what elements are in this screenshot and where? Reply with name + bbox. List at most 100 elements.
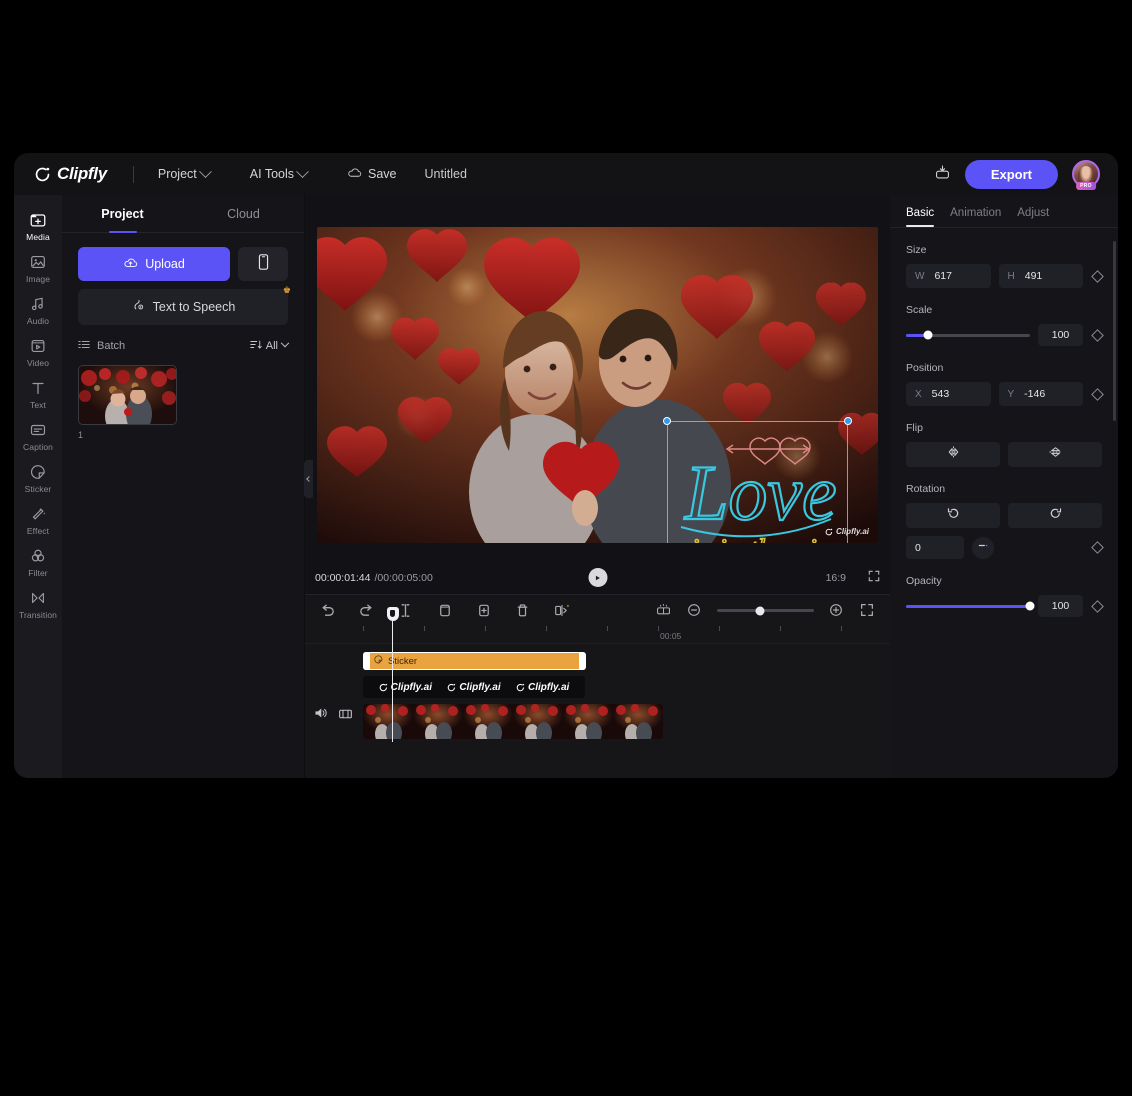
opacity-slider-knob[interactable]: [1026, 602, 1035, 611]
width-field[interactable]: W 617: [906, 264, 991, 288]
upload-button[interactable]: Upload: [78, 247, 230, 281]
play-button[interactable]: [588, 568, 607, 587]
sidebar-item-media[interactable]: Media: [14, 205, 62, 247]
sidebar-item-label: Media: [26, 232, 50, 242]
total-time: /00:00:05:00: [374, 572, 432, 584]
tab-project[interactable]: Project: [62, 195, 183, 232]
copy-icon[interactable]: [436, 602, 453, 619]
watermark-item: Clipfly.ai: [379, 682, 432, 693]
diamond-keyframe-icon[interactable]: [1091, 600, 1104, 613]
ruler-tick: [607, 626, 608, 631]
position-y-field[interactable]: Y -146: [999, 382, 1084, 406]
film-icon[interactable]: [338, 707, 353, 725]
clipfly-logo[interactable]: Clipfly: [34, 164, 107, 184]
mirror-pro-icon[interactable]: [553, 602, 570, 619]
playhead[interactable]: [392, 618, 393, 742]
fullscreen-icon[interactable]: [868, 570, 880, 585]
scale-slider[interactable]: [906, 334, 1030, 337]
sidebar-item-label: Video: [27, 358, 49, 368]
sidebar-item-video[interactable]: Video: [14, 331, 62, 373]
sidebar-item-transition[interactable]: Transition: [14, 583, 62, 625]
sort-filter-dropdown[interactable]: All: [250, 339, 288, 353]
export-button[interactable]: Export: [965, 160, 1058, 189]
sidebar-item-sticker[interactable]: Sticker: [14, 457, 62, 499]
menu-project[interactable]: Project: [152, 162, 216, 186]
sidebar-item-label: Audio: [27, 316, 49, 326]
delete-icon[interactable]: [514, 602, 531, 619]
scale-slider-knob[interactable]: [924, 331, 933, 340]
aspect-ratio-button[interactable]: 16:9: [826, 572, 846, 584]
sidebar-item-text[interactable]: Text: [14, 373, 62, 415]
width-key: W: [915, 271, 924, 282]
ruler-tick: [658, 626, 659, 631]
watermark-clip[interactable]: Clipfly.ai Clipfly.ai Clipfly.ai: [363, 676, 585, 698]
diamond-keyframe-icon[interactable]: [1091, 388, 1104, 401]
sidebar-item-label: Image: [26, 274, 50, 284]
player-controls: 00:00:01:44 /00:00:05:00 16:9: [305, 561, 890, 594]
record-from-phone-button[interactable]: [238, 247, 288, 281]
resize-handle-top-right[interactable]: [844, 417, 852, 425]
zoom-in-icon[interactable]: [828, 602, 845, 619]
sidebar-item-image[interactable]: Image: [14, 247, 62, 289]
opacity-value-field[interactable]: 100: [1038, 595, 1083, 617]
video-canvas[interactable]: Love is in the air: [317, 227, 878, 543]
volume-icon[interactable]: [313, 706, 328, 725]
rotation-value-field[interactable]: 0: [906, 536, 964, 559]
trim-handle-left[interactable]: [363, 652, 370, 670]
zoom-slider[interactable]: [717, 609, 814, 612]
opacity-slider[interactable]: [906, 605, 1030, 608]
trim-handle-right[interactable]: [579, 652, 586, 670]
media-thumbnail[interactable]: [78, 365, 177, 425]
collapse-panel-button[interactable]: [304, 460, 313, 498]
angle-dial-button[interactable]: [972, 537, 994, 559]
tab-cloud[interactable]: Cloud: [183, 195, 304, 232]
avatar[interactable]: PRO: [1072, 160, 1100, 188]
center-area: Love is in the air: [305, 195, 890, 778]
sidebar-item-effect[interactable]: Effect: [14, 499, 62, 541]
fit-timeline-icon[interactable]: [859, 602, 876, 619]
flip-vertical-button[interactable]: [1008, 442, 1102, 467]
auto-fit-icon[interactable]: [655, 602, 672, 619]
batch-button[interactable]: Batch: [78, 339, 125, 353]
tab-basic[interactable]: Basic: [906, 207, 934, 227]
text-to-speech-button[interactable]: ♚ Text to Speech: [78, 289, 288, 325]
preview-watermark: Clipfly.ai: [825, 527, 869, 536]
sidebar-item-caption[interactable]: Caption: [14, 415, 62, 457]
watermark-label: Clipfly.ai: [459, 682, 500, 693]
scale-value-field[interactable]: 100: [1038, 324, 1083, 346]
save-button[interactable]: Save: [341, 162, 403, 186]
resize-handle-top-left[interactable]: [663, 417, 671, 425]
sticker-clip[interactable]: Sticker: [363, 652, 585, 670]
sort-icon: [250, 339, 262, 353]
tab-adjust[interactable]: Adjust: [1017, 207, 1049, 227]
download-app-icon[interactable]: [934, 164, 951, 185]
diamond-keyframe-icon[interactable]: [1091, 541, 1104, 554]
video-clip[interactable]: [363, 704, 663, 739]
menu-ai-tools[interactable]: AI Tools: [244, 162, 313, 186]
position-row: X 543 Y -146: [906, 382, 1102, 406]
split-icon[interactable]: [397, 602, 414, 619]
diamond-keyframe-icon[interactable]: [1091, 329, 1104, 342]
zoom-slider-knob[interactable]: [755, 606, 764, 615]
position-x-field[interactable]: X 543: [906, 382, 991, 406]
sticker-selection-box[interactable]: [667, 421, 848, 543]
flip-horizontal-button[interactable]: [906, 442, 1000, 467]
tab-animation[interactable]: Animation: [950, 207, 1001, 227]
playhead-handle[interactable]: [387, 607, 399, 621]
sidebar-item-audio[interactable]: Audio: [14, 289, 62, 331]
duplicate-icon[interactable]: [475, 602, 492, 619]
crown-icon: ♚: [283, 285, 291, 296]
project-title[interactable]: Untitled: [425, 167, 467, 181]
undo-icon[interactable]: [319, 602, 336, 619]
inspector-tabs: Basic Animation Adjust: [906, 195, 1102, 227]
height-field[interactable]: H 491: [999, 264, 1084, 288]
watermark-item: Clipfly.ai: [447, 682, 500, 693]
rotate-right-button[interactable]: [1008, 503, 1102, 528]
zoom-out-icon[interactable]: [686, 602, 703, 619]
diamond-keyframe-icon[interactable]: [1091, 270, 1104, 283]
redo-icon[interactable]: [358, 602, 375, 619]
sidebar-item-filter[interactable]: Filter: [14, 541, 62, 583]
header-divider: [133, 166, 134, 183]
rotate-left-button[interactable]: [906, 503, 1000, 528]
inspector-scrollbar[interactable]: [1113, 241, 1116, 421]
